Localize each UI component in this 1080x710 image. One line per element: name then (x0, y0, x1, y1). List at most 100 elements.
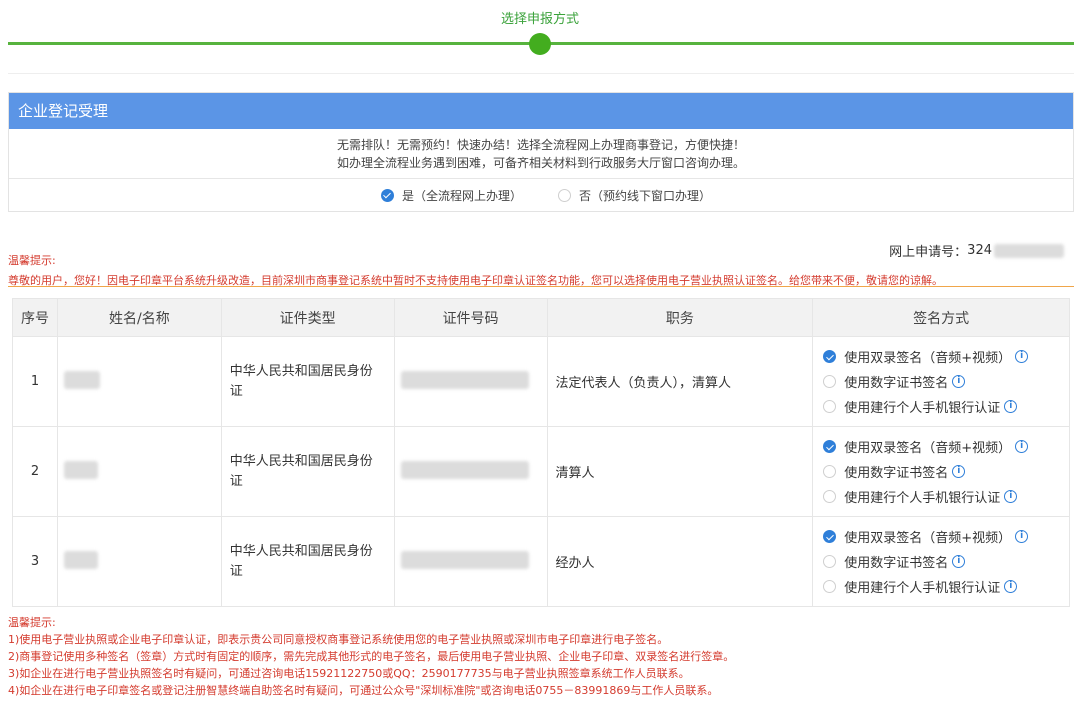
sign-option-certificate[interactable]: 使用数字证书签名 i (823, 459, 1069, 484)
sign-option-certificate[interactable]: 使用数字证书签名 i (823, 549, 1069, 574)
table-row: 1 中华人民共和国居民身份证 法定代表人（负责人），清算人 使用双录签名（音频+… (12, 336, 1070, 427)
radio-checked-icon[interactable] (823, 530, 837, 543)
notice-item: 3)如企业在进行电子营业执照签名时有疑问，可通过咨询电话15921122750或… (8, 667, 690, 680)
column-header: 序号 (12, 298, 58, 337)
redacted-id (400, 370, 529, 389)
redacted-name (63, 550, 98, 569)
info-icon[interactable]: i (952, 375, 966, 388)
row-index: 2 (12, 426, 58, 517)
id-number-cell (393, 336, 548, 427)
id-type-cell: 中华人民共和国居民身份证 (220, 336, 395, 427)
notice-top: 温馨提示: 尊敬的用户，您好！因电子印章平台系统升级改造，目前深圳市商事登记系统… (8, 252, 943, 288)
table-row: 3 中华人民共和国居民身份证 经办人 使用双录签名（音频+视频） i 使用数字证书… (12, 516, 1070, 607)
radio-unchecked-icon[interactable] (823, 580, 837, 593)
panel-title: 企业登记受理 (9, 93, 1073, 129)
role-cell: 经办人 (546, 516, 814, 607)
sign-option-certificate[interactable]: 使用数字证书签名 i (823, 369, 1069, 394)
option-offline[interactable]: 否（预约线下窗口办理） (558, 187, 711, 204)
sign-option-label: 使用建行个人手机银行认证 (844, 581, 1001, 596)
sign-method-cell: 使用双录签名（音频+视频） i 使用数字证书签名 i 使用建行个人手机银行认证 i (812, 516, 1070, 607)
sign-option-label: 使用数字证书签名 (844, 556, 949, 571)
current-step-dot (529, 33, 551, 55)
radio-checked-icon[interactable] (380, 188, 394, 202)
notice-item: 4)如企业在进行电子印章签名或登记注册智慧终端自助签名时有疑问，可通过公众号"深… (8, 684, 719, 697)
column-header: 签名方式 (812, 298, 1070, 337)
application-number-label: 网上申请号： (889, 245, 968, 260)
notice-item: 1)使用电子营业执照或企业电子印章认证，即表示贵公司同意授权商事登记系统使用您的… (8, 633, 669, 646)
sign-method-cell: 使用双录签名（音频+视频） i 使用数字证书签名 i 使用建行个人手机银行认证 i (812, 336, 1070, 427)
id-type-cell: 中华人民共和国居民身份证 (220, 516, 395, 607)
info-icon[interactable]: i (1004, 490, 1018, 503)
name-cell (56, 426, 222, 517)
registration-panel: 企业登记受理 无需排队！无需预约！快速办结！选择全流程网上办理商事登记，方便快捷… (8, 92, 1074, 212)
notice-item: 2)商事登记使用多种签名（签章）方式时有固定的顺序，需先完成其他形式的电子签名，… (8, 650, 735, 663)
table-row: 2 中华人民共和国居民身份证 清算人 使用双录签名（音频+视频） i 使用数字证书… (12, 426, 1070, 517)
redacted-id (400, 550, 529, 569)
sign-option-label: 使用双录签名（音频+视频） (844, 531, 1012, 546)
redacted-value (994, 243, 1064, 258)
id-type-cell: 中华人民共和国居民身份证 (220, 426, 395, 517)
sign-method-cell: 使用双录签名（音频+视频） i 使用数字证书签名 i 使用建行个人手机银行认证 i (812, 426, 1070, 517)
divider (8, 73, 1074, 74)
radio-unchecked-icon[interactable] (558, 188, 571, 202)
step-title: 选择申报方式 (500, 12, 579, 27)
notice-top-heading: 温馨提示: (8, 254, 56, 267)
progress-stepper: 选择申报方式 (0, 0, 1080, 74)
radio-checked-icon[interactable] (823, 440, 837, 453)
sign-option-dual-record[interactable]: 使用双录签名（音频+视频） i (823, 344, 1069, 369)
table-header-row: 序号 姓名/名称 证件类型 证件号码 职务 签名方式 (12, 298, 1070, 337)
role-cell: 清算人 (546, 426, 814, 517)
notice-divider (8, 286, 1074, 287)
sign-option-label: 使用数字证书签名 (844, 466, 949, 481)
info-icon[interactable]: i (1015, 530, 1029, 543)
panel-message-line-2: 如办理全流程业务遇到困难，可备齐相关材料到行政服务大厅窗口咨询办理。 (336, 156, 745, 170)
name-cell (56, 336, 222, 427)
row-index: 1 (12, 336, 58, 427)
sign-option-label: 使用数字证书签名 (844, 376, 949, 391)
radio-unchecked-icon[interactable] (823, 555, 837, 568)
sign-option-label: 使用建行个人手机银行认证 (844, 491, 1001, 506)
radio-checked-icon[interactable] (823, 350, 837, 363)
column-header: 姓名/名称 (56, 298, 222, 337)
column-header: 职务 (546, 298, 814, 337)
redacted-id (400, 460, 529, 479)
role-cell: 法定代表人（负责人），清算人 (546, 336, 814, 427)
id-number-cell (393, 426, 548, 517)
panel-message-line-1: 无需排队！无需预约！快速办结！选择全流程网上办理商事登记，方便快捷！ (336, 138, 745, 152)
redacted-name (63, 370, 100, 389)
info-icon[interactable]: i (1015, 350, 1029, 363)
info-icon[interactable]: i (1004, 400, 1018, 413)
info-icon[interactable]: i (952, 555, 966, 568)
radio-unchecked-icon[interactable] (823, 490, 837, 503)
sign-option-ccb-mobile[interactable]: 使用建行个人手机银行认证 i (823, 484, 1069, 509)
panel-message: 无需排队！无需预约！快速办结！选择全流程网上办理商事登记，方便快捷！ 如办理全流… (9, 129, 1073, 179)
application-number: 网上申请号： 324 (889, 241, 1064, 260)
application-number-value: 324 (967, 243, 992, 258)
sign-option-dual-record[interactable]: 使用双录签名（音频+视频） i (823, 434, 1069, 459)
sign-option-ccb-mobile[interactable]: 使用建行个人手机银行认证 i (823, 394, 1069, 419)
radio-unchecked-icon[interactable] (823, 465, 837, 478)
radio-unchecked-icon[interactable] (823, 400, 837, 413)
option-online[interactable]: 是（全流程网上办理） (380, 187, 522, 204)
signer-table: 序号 姓名/名称 证件类型 证件号码 职务 签名方式 1 中华人民共和国居民身份… (12, 298, 1070, 607)
row-index: 3 (12, 516, 58, 607)
column-header: 证件类型 (220, 298, 395, 337)
option-offline-label: 否（预约线下窗口办理） (579, 188, 712, 203)
notice-bottom: 温馨提示: 1)使用电子营业执照或企业电子印章认证，即表示贵公司同意授权商事登记… (8, 614, 734, 699)
name-cell (56, 516, 222, 607)
column-header: 证件号码 (393, 298, 548, 337)
id-number-cell (393, 516, 548, 607)
sign-option-label: 使用建行个人手机银行认证 (844, 401, 1001, 416)
info-icon[interactable]: i (952, 465, 966, 478)
info-icon[interactable]: i (1015, 440, 1029, 453)
info-icon[interactable]: i (1004, 580, 1018, 593)
option-online-label: 是（全流程网上办理） (401, 188, 522, 203)
sign-option-label: 使用双录签名（音频+视频） (844, 351, 1012, 366)
redacted-name (63, 460, 98, 479)
sign-option-dual-record[interactable]: 使用双录签名（音频+视频） i (823, 524, 1069, 549)
handling-method-choice: 是（全流程网上办理） 否（预约线下窗口办理） (9, 179, 1073, 211)
notice-bottom-heading: 温馨提示: (8, 616, 56, 629)
sign-option-label: 使用双录签名（音频+视频） (844, 441, 1012, 456)
sign-option-ccb-mobile[interactable]: 使用建行个人手机银行认证 i (823, 574, 1069, 599)
radio-unchecked-icon[interactable] (823, 375, 837, 388)
